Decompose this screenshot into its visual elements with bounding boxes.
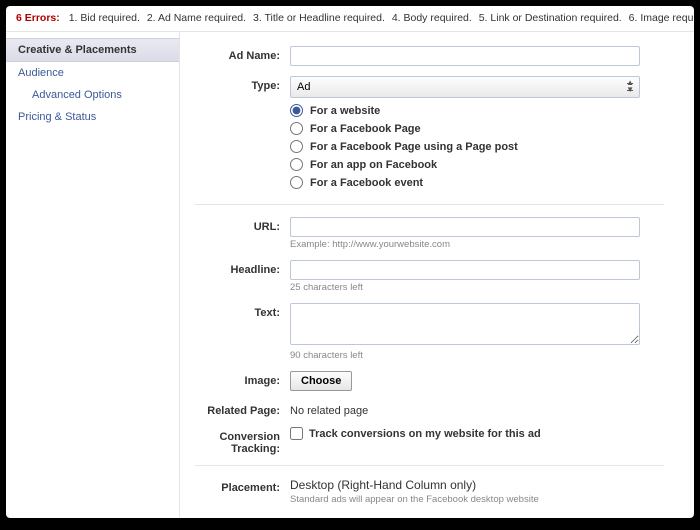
error-item: 5. Link or Destination required. [479, 12, 622, 24]
radio-input[interactable] [290, 140, 303, 153]
sidebar-item-audience[interactable]: Audience [6, 62, 179, 84]
choose-image-button[interactable]: Choose [290, 371, 352, 391]
radio-for-page-post[interactable]: For a Facebook Page using a Page post [290, 140, 664, 153]
headline-label: Headline: [190, 260, 290, 276]
chevron-updown-icon: ▲▼ [626, 79, 634, 93]
conversion-tracking-checkbox-row[interactable]: Track conversions on my website for this… [290, 427, 664, 440]
ad-name-label: Ad Name: [190, 46, 290, 62]
error-item: 6. Image required. [629, 12, 694, 24]
headline-input[interactable] [290, 260, 640, 280]
url-label: URL: [190, 217, 290, 233]
error-item: 1. Bid required. [69, 12, 140, 24]
headline-hint: 25 characters left [290, 282, 664, 293]
sidebar-item-pricing[interactable]: Pricing & Status [6, 106, 179, 128]
ad-name-input[interactable] [290, 46, 640, 66]
choose-button-label: Choose [301, 375, 341, 387]
sidebar: Creative & Placements Audience Advanced … [6, 32, 180, 518]
radio-label: For a Facebook event [310, 177, 423, 189]
radio-input[interactable] [290, 104, 303, 117]
sidebar-item-label: Pricing & Status [18, 111, 96, 123]
related-page-value: No related page [290, 401, 664, 417]
error-item: 2. Ad Name required. [147, 12, 246, 24]
sidebar-item-label: Advanced Options [32, 89, 122, 101]
url-hint: Example: http://www.yourwebsite.com [290, 239, 664, 250]
text-input[interactable] [290, 303, 640, 345]
placement-hint: Standard ads will appear on the Facebook… [290, 494, 664, 505]
divider [195, 204, 664, 205]
conversion-tracking-text: Track conversions on my website for this… [309, 428, 541, 440]
divider [195, 465, 664, 466]
main-form: Ad Name: Type: Ad ▲▼ [180, 32, 694, 518]
sidebar-item-creative[interactable]: Creative & Placements [6, 38, 179, 62]
conversion-tracking-label: Conversion Tracking: [190, 427, 290, 455]
related-page-label: Related Page: [190, 401, 290, 417]
image-label: Image: [190, 371, 290, 387]
radio-for-page[interactable]: For a Facebook Page [290, 122, 664, 135]
text-hint: 90 characters left [290, 350, 664, 361]
conversion-tracking-checkbox[interactable] [290, 427, 303, 440]
radio-for-app[interactable]: For an app on Facebook [290, 158, 664, 171]
error-count: 6 Errors: [16, 12, 60, 24]
error-bar: 6 Errors: 1. Bid required. 2. Ad Name re… [6, 6, 694, 32]
sidebar-item-label: Creative & Placements [18, 44, 137, 56]
radio-label: For an app on Facebook [310, 159, 437, 171]
radio-for-event[interactable]: For a Facebook event [290, 176, 664, 189]
type-label: Type: [190, 76, 290, 92]
error-item: 4. Body required. [392, 12, 472, 24]
sidebar-item-advanced[interactable]: Advanced Options [6, 84, 179, 106]
placement-label: Placement: [190, 478, 290, 494]
error-item: 3. Title or Headline required. [253, 12, 385, 24]
radio-input[interactable] [290, 158, 303, 171]
radio-label: For a website [310, 105, 380, 117]
app-window: 6 Errors: 1. Bid required. 2. Ad Name re… [6, 6, 694, 518]
text-label: Text: [190, 303, 290, 319]
placement-value: Desktop (Right-Hand Column only) [290, 478, 664, 492]
type-select[interactable]: Ad [290, 76, 640, 98]
ad-destination-radios: For a website For a Facebook Page For a … [290, 104, 664, 189]
body: Creative & Placements Audience Advanced … [6, 32, 694, 518]
radio-input[interactable] [290, 122, 303, 135]
url-input[interactable] [290, 217, 640, 237]
radio-label: For a Facebook Page [310, 123, 421, 135]
radio-input[interactable] [290, 176, 303, 189]
radio-for-website[interactable]: For a website [290, 104, 664, 117]
sidebar-item-label: Audience [18, 67, 64, 79]
radio-label: For a Facebook Page using a Page post [310, 141, 518, 153]
